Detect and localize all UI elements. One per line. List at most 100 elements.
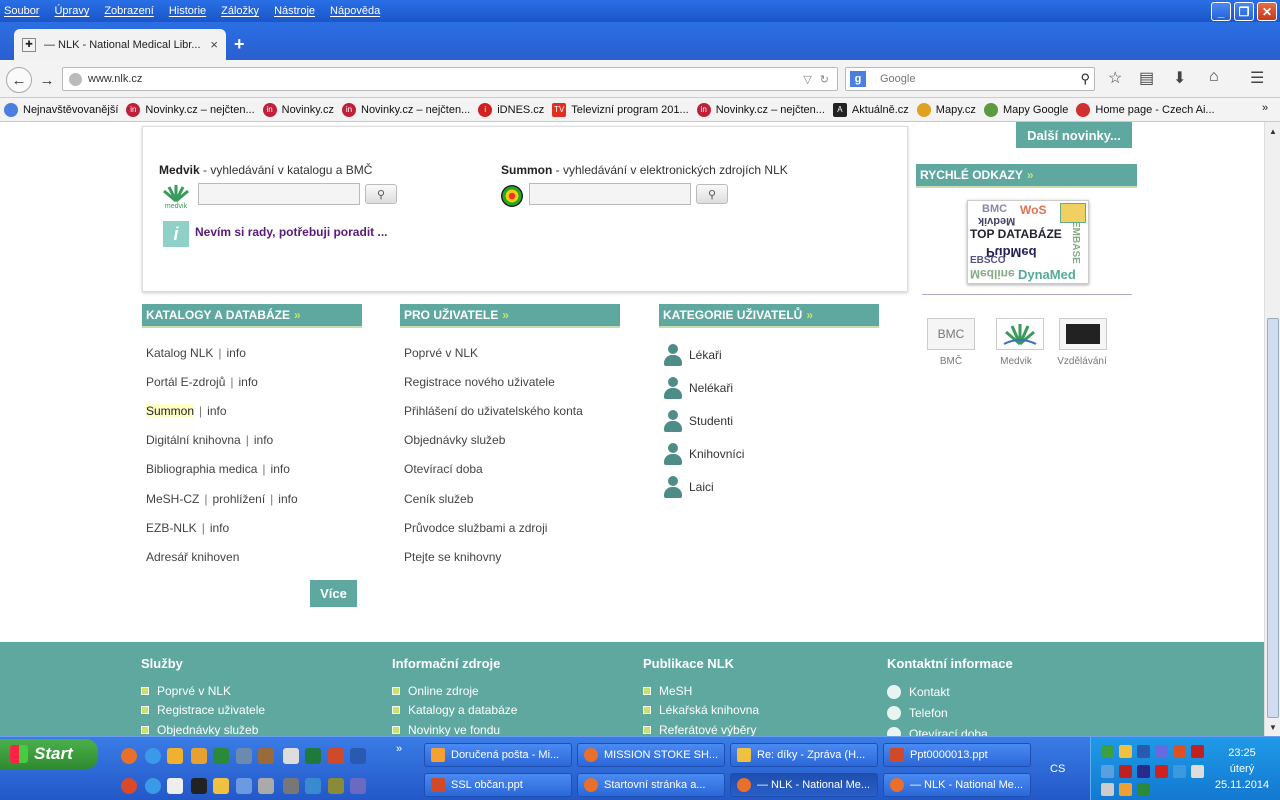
vertical-scrollbar[interactable]: ▲ ▼ bbox=[1264, 122, 1280, 736]
scroll-up-icon[interactable]: ▲ bbox=[1266, 124, 1280, 138]
info-link[interactable]: info bbox=[271, 462, 290, 476]
help-link[interactable]: Nevím si rady, potřebuji poradit ... bbox=[195, 225, 387, 239]
menu-zobrazeni[interactable]: Zobrazení bbox=[104, 5, 154, 17]
list-item[interactable]: Ptejte se knihovny bbox=[404, 542, 583, 571]
outlook-icon[interactable] bbox=[167, 748, 183, 764]
list-item[interactable]: Otevírací doba bbox=[404, 455, 583, 484]
catalog-link[interactable]: Summon bbox=[146, 403, 195, 418]
tray-icon[interactable] bbox=[1155, 745, 1168, 758]
bookmark-item[interactable]: in Novinky.cz bbox=[262, 102, 334, 117]
menu-historie[interactable]: Historie bbox=[169, 5, 206, 17]
home-icon[interactable]: ⌂ bbox=[1209, 68, 1219, 86]
taskbar-button[interactable]: Doručená pošta - Mi... bbox=[424, 743, 572, 767]
start-button[interactable]: Start bbox=[0, 739, 98, 769]
bmc-caption[interactable]: BMČ bbox=[916, 356, 986, 367]
command-prompt-icon[interactable] bbox=[191, 778, 207, 794]
maximize-button[interactable]: ❐ bbox=[1234, 2, 1254, 21]
bookmark-item[interactable]: i iDNES.cz bbox=[478, 102, 544, 117]
tray-icon[interactable] bbox=[1119, 745, 1132, 758]
catalog-link[interactable]: Adresář knihoven bbox=[146, 550, 239, 564]
category-item[interactable]: Knihovníci bbox=[662, 437, 744, 470]
info-link[interactable]: info bbox=[207, 404, 226, 418]
category-item[interactable]: Laici bbox=[662, 470, 744, 503]
tray-icon[interactable] bbox=[1119, 783, 1132, 796]
tray-icon[interactable] bbox=[1173, 765, 1186, 778]
tray-icon[interactable] bbox=[1119, 765, 1132, 778]
summon-search-button[interactable]: ⚲ bbox=[696, 184, 728, 204]
info-link[interactable]: info bbox=[254, 433, 273, 447]
list-item[interactable]: Objednávky služeb bbox=[404, 426, 583, 455]
category-item[interactable]: Nelékaři bbox=[662, 371, 744, 404]
footer-link[interactable]: Novinky ve fondu bbox=[392, 720, 517, 736]
footer-link[interactable]: Kontakt bbox=[887, 681, 1013, 702]
catalog-link[interactable]: Portál E-zdrojů bbox=[146, 375, 225, 389]
footer-link[interactable]: Telefon bbox=[887, 702, 1013, 723]
bookmark-item[interactable]: Mapy.cz bbox=[916, 102, 976, 117]
catalog-link[interactable]: Digitální knihovna bbox=[146, 433, 241, 447]
app-icon[interactable] bbox=[213, 748, 229, 764]
clock[interactable]: 23:25 úterý 25.11.2014 bbox=[1212, 745, 1272, 793]
footer-link[interactable]: Online zdroje bbox=[392, 681, 517, 701]
word-icon[interactable] bbox=[350, 748, 366, 764]
app-icon[interactable] bbox=[328, 778, 344, 794]
more-bookmarks-icon[interactable]: » bbox=[1262, 102, 1268, 114]
taskbar-button[interactable]: MISSION STOKE SH... bbox=[577, 743, 725, 767]
dropdown-arrow-icon[interactable]: ▽ bbox=[803, 73, 811, 86]
category-item[interactable]: Lékaři bbox=[662, 338, 744, 371]
tab-nlk[interactable]: ✚ — NLK - National Medical Libr... × bbox=[14, 29, 226, 60]
excel-icon[interactable] bbox=[305, 748, 321, 764]
search-icon[interactable]: ⚲ bbox=[1080, 71, 1090, 87]
medvik-caption[interactable]: Medvik bbox=[981, 356, 1051, 367]
bookmark-item[interactable]: in Novinky.cz – nejčten... bbox=[696, 102, 825, 117]
scroll-thumb[interactable] bbox=[1267, 318, 1279, 718]
menu-zalozky[interactable]: Záložky bbox=[221, 5, 259, 17]
reload-icon[interactable]: ↻ bbox=[820, 73, 829, 86]
taskbar-button[interactable]: SSL občan.ppt bbox=[424, 773, 572, 797]
document-icon[interactable] bbox=[283, 748, 299, 764]
top-databases-banner[interactable]: BMC WoS TOP DATABÁZE PubMed Medvik EBSCO… bbox=[967, 200, 1089, 284]
forward-button[interactable]: → bbox=[34, 67, 60, 93]
bookmark-star-icon[interactable]: ☆ bbox=[1108, 68, 1122, 88]
footer-link[interactable]: Lékařská knihovna bbox=[643, 701, 759, 721]
tray-icon[interactable] bbox=[1191, 765, 1204, 778]
menu-soubor[interactable]: Soubor bbox=[4, 5, 39, 17]
taskbar-button[interactable]: Startovní stránka a... bbox=[577, 773, 725, 797]
taskbar-button[interactable]: Ppt0000013.ppt bbox=[883, 743, 1031, 767]
tray-icon[interactable] bbox=[1173, 745, 1186, 758]
list-item[interactable]: Průvodce službami a zdroji bbox=[404, 513, 583, 542]
list-item[interactable]: Registrace nového uživatele bbox=[404, 367, 583, 396]
medvik-search-input[interactable] bbox=[198, 183, 360, 205]
footer-link[interactable]: Referátové výběry bbox=[643, 720, 759, 736]
new-tab-button[interactable]: + bbox=[234, 34, 245, 55]
minimize-button[interactable]: _ bbox=[1211, 2, 1231, 21]
bookmark-item[interactable]: Mapy Google bbox=[983, 102, 1068, 117]
firefox-icon[interactable] bbox=[121, 748, 137, 764]
tray-icon[interactable] bbox=[1137, 783, 1150, 796]
google-icon[interactable]: g bbox=[850, 71, 866, 87]
tray-icon[interactable] bbox=[1101, 765, 1114, 778]
app-icon[interactable] bbox=[191, 748, 207, 764]
tray-icon[interactable] bbox=[1101, 745, 1114, 758]
summon-search-input[interactable] bbox=[529, 183, 691, 205]
footer-link[interactable]: Otevírací doba bbox=[887, 723, 1013, 736]
browse-link[interactable]: prohlížení bbox=[212, 492, 265, 506]
downloads-icon[interactable]: ⬇ bbox=[1173, 68, 1186, 88]
url-bar[interactable]: www.nlk.cz ▽ ↻ bbox=[62, 67, 838, 91]
list-item[interactable]: Poprvé v NLK bbox=[404, 338, 583, 367]
education-caption[interactable]: Vzdělávání bbox=[1047, 356, 1117, 367]
taskbar-button[interactable]: — NLK - National Me... bbox=[883, 773, 1031, 797]
document-icon[interactable] bbox=[167, 778, 183, 794]
app-icon[interactable] bbox=[258, 778, 274, 794]
medvik-logo-icon[interactable] bbox=[996, 318, 1044, 350]
app-icon[interactable] bbox=[283, 778, 299, 794]
security-icon[interactable] bbox=[1155, 765, 1168, 778]
more-news-button[interactable]: Další novinky... bbox=[1016, 122, 1132, 148]
network-icon[interactable] bbox=[1137, 745, 1150, 758]
footer-link[interactable]: Registrace uživatele bbox=[141, 701, 265, 721]
back-button[interactable]: ← bbox=[6, 67, 32, 93]
bookmark-item[interactable]: Nejnavštěvovanější bbox=[4, 102, 118, 117]
category-item[interactable]: Studenti bbox=[662, 404, 744, 437]
info-link[interactable]: info bbox=[239, 375, 258, 389]
search-bar[interactable]: g Google ⚲ bbox=[845, 67, 1095, 91]
app-icon[interactable] bbox=[350, 778, 366, 794]
